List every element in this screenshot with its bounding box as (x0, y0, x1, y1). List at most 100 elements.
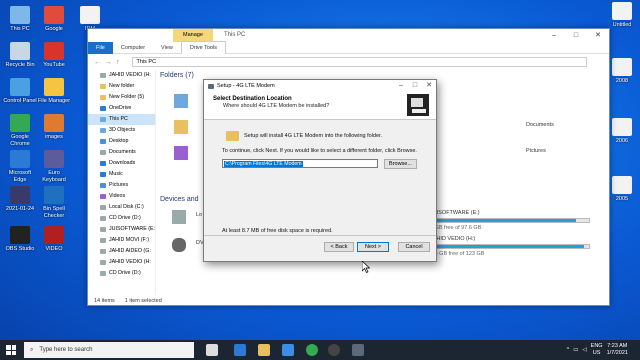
tray-chevron-icon[interactable]: ^ (567, 347, 570, 353)
input-region: US (592, 350, 601, 356)
setup-subheading: Where should 4G LTE Modem be installed? (223, 103, 330, 109)
desktop-icon-left-9[interactable]: Microsoft Edge (2, 150, 38, 183)
back-arrow-icon[interactable]: ← (94, 59, 101, 66)
nav-item-label: Documents (109, 149, 136, 155)
setup-maximize-icon[interactable]: □ (408, 80, 422, 92)
maximize-icon[interactable]: □ (565, 29, 587, 42)
desktop-icon-left-10[interactable]: Euro Keyboard (36, 150, 72, 183)
nav-item[interactable]: OneDrive (88, 103, 155, 114)
nav-item[interactable]: This PC (88, 114, 155, 125)
nav-item[interactable]: Pictures (88, 180, 155, 191)
documents-label[interactable]: Documents (526, 122, 554, 128)
pictures-label[interactable]: Pictures (526, 148, 546, 154)
setup-icon[interactable] (352, 344, 364, 356)
drive-e-free: 0 GB free of 97.6 GB (430, 225, 482, 231)
nav-item-label: Downloads (109, 160, 136, 166)
nav-item[interactable]: JUISOFTWARE (E: (88, 224, 155, 235)
setup-titlebar[interactable]: Setup - 4G LTE Modem – □ ✕ (204, 80, 436, 92)
desktop-app-icon (80, 6, 100, 24)
store-icon[interactable] (282, 344, 294, 356)
nav-item[interactable]: Music (88, 169, 155, 180)
desktop-icon-left-8[interactable]: images (36, 114, 72, 141)
downloads-folder-icon[interactable] (174, 120, 188, 134)
desktop-icon-left-14[interactable]: VIDEO (36, 226, 72, 253)
desktop-icon-left-11[interactable]: 2021-01-24 (2, 186, 38, 213)
edge-icon[interactable] (234, 344, 246, 356)
address-input[interactable]: This PC (131, 57, 587, 67)
file-explorer-icon[interactable] (258, 344, 270, 356)
setup-body: Setup will install 4G LTE Modem into the… (204, 120, 436, 235)
desktop-icon-left-0[interactable]: This PC (2, 6, 38, 33)
close-icon[interactable]: ✕ (587, 29, 609, 42)
nav-item-icon (100, 128, 106, 133)
nav-item[interactable]: New folder (88, 81, 155, 92)
desktop-icon-left-4[interactable]: YouTube (36, 42, 72, 69)
drive-e-name[interactable]: JUISOFTWARE (E:) (430, 210, 480, 216)
obs-icon[interactable] (328, 344, 340, 356)
ribbon-tab-drive-tools[interactable]: Drive Tools (180, 41, 226, 54)
taskbar-clock[interactable]: 7:23 AM 1/7/2021 (607, 343, 628, 357)
nav-item[interactable]: CD Drive (D:) (88, 268, 155, 279)
devices-section-header[interactable]: Devices and (160, 196, 199, 203)
ribbon-tab-view[interactable]: View (153, 42, 181, 54)
setup-minimize-icon[interactable]: – (394, 80, 408, 92)
desktop-icon-label: YouTube (43, 62, 65, 68)
nav-item[interactable]: CD Drive (D:) (88, 213, 155, 224)
setup-dialog[interactable]: Setup - 4G LTE Modem – □ ✕ Select Destin… (203, 79, 437, 262)
setup-close-icon[interactable]: ✕ (422, 80, 436, 92)
nav-item[interactable]: Local Disk (C:) (88, 202, 155, 213)
nav-item[interactable]: Downloads (88, 158, 155, 169)
ribbon-tab-computer[interactable]: Computer (113, 42, 153, 54)
taskbar-search-input[interactable]: ⌕ Type here to search (24, 342, 194, 358)
nav-item[interactable]: Documents (88, 147, 155, 158)
videos-folder-icon[interactable] (174, 146, 188, 160)
minimize-icon[interactable]: – (543, 29, 565, 42)
local-disk-icon[interactable] (172, 210, 186, 224)
nav-item[interactable]: JAHID VEDIO (H: (88, 257, 155, 268)
windows-start-icon[interactable] (6, 345, 16, 355)
nav-item[interactable]: 3D Objects (88, 125, 155, 136)
next-button[interactable]: Next > (357, 242, 389, 252)
explorer-titlebar[interactable]: Manage This PC – □ ✕ (88, 29, 609, 42)
desktop-app-icon (612, 176, 632, 194)
nav-item-icon (100, 238, 106, 243)
ribbon-tab-file[interactable]: File (88, 41, 113, 54)
nav-item-label: CD Drive (D:) (109, 270, 141, 276)
destination-path-input[interactable]: C:\Program Files\4G LTE Modem (222, 159, 378, 168)
desktop-icon-left-13[interactable]: OBS Studio (2, 226, 38, 253)
nav-item[interactable]: JAHID VEDIO (H: (88, 70, 155, 81)
desktop-app-icon (44, 186, 64, 204)
desktop-icon-label: Control Panel (3, 98, 37, 104)
network-icon[interactable]: ▭ (573, 347, 578, 353)
nav-item[interactable]: Videos (88, 191, 155, 202)
local-disk-label[interactable]: Lo (196, 212, 202, 218)
nav-item[interactable]: New Folder (5) (88, 92, 155, 103)
browse-button[interactable]: Browse... (384, 159, 417, 169)
nav-item-label: New folder (109, 83, 135, 89)
status-bar: 14 items 1 item selected (94, 298, 162, 304)
desktop-icon-left-5[interactable]: Control Panel (2, 78, 38, 105)
task-view-icon[interactable] (206, 344, 218, 356)
desktop-app-icon (44, 226, 64, 244)
chrome-icon[interactable] (306, 344, 318, 356)
3d-objects-folder-icon[interactable] (174, 94, 188, 108)
desktop-icon-left-6[interactable]: File Manager (36, 78, 72, 105)
nav-item[interactable]: JAHID AIDEO (G: (88, 246, 155, 257)
volume-icon[interactable]: ◁ (582, 347, 586, 353)
desktop-icon-left-12[interactable]: Bin Spell Checker (36, 186, 72, 219)
desktop-icon-left-1[interactable]: Google (36, 6, 72, 33)
folders-section-header[interactable]: Folders (7) (160, 72, 194, 79)
desktop-icon-left-3[interactable]: Recycle Bin (2, 42, 38, 69)
back-button[interactable]: < Back (324, 242, 354, 252)
dvd-drive-icon[interactable] (172, 238, 186, 252)
nav-item[interactable]: Desktop (88, 136, 155, 147)
cancel-button[interactable]: Cancel (398, 242, 430, 252)
desktop-icon-right-0[interactable]: Untitled (604, 2, 640, 29)
nav-item-icon (100, 84, 106, 89)
forward-arrow-icon[interactable]: → (105, 59, 112, 66)
nav-item[interactable]: JAHID MOVI (F:) (88, 235, 155, 246)
desktop-icon-left-7[interactable]: Google Chrome (2, 114, 38, 147)
nav-item-icon (100, 260, 106, 265)
input-language[interactable]: ENG (591, 343, 603, 349)
up-arrow-icon[interactable]: ↑ (116, 59, 120, 66)
